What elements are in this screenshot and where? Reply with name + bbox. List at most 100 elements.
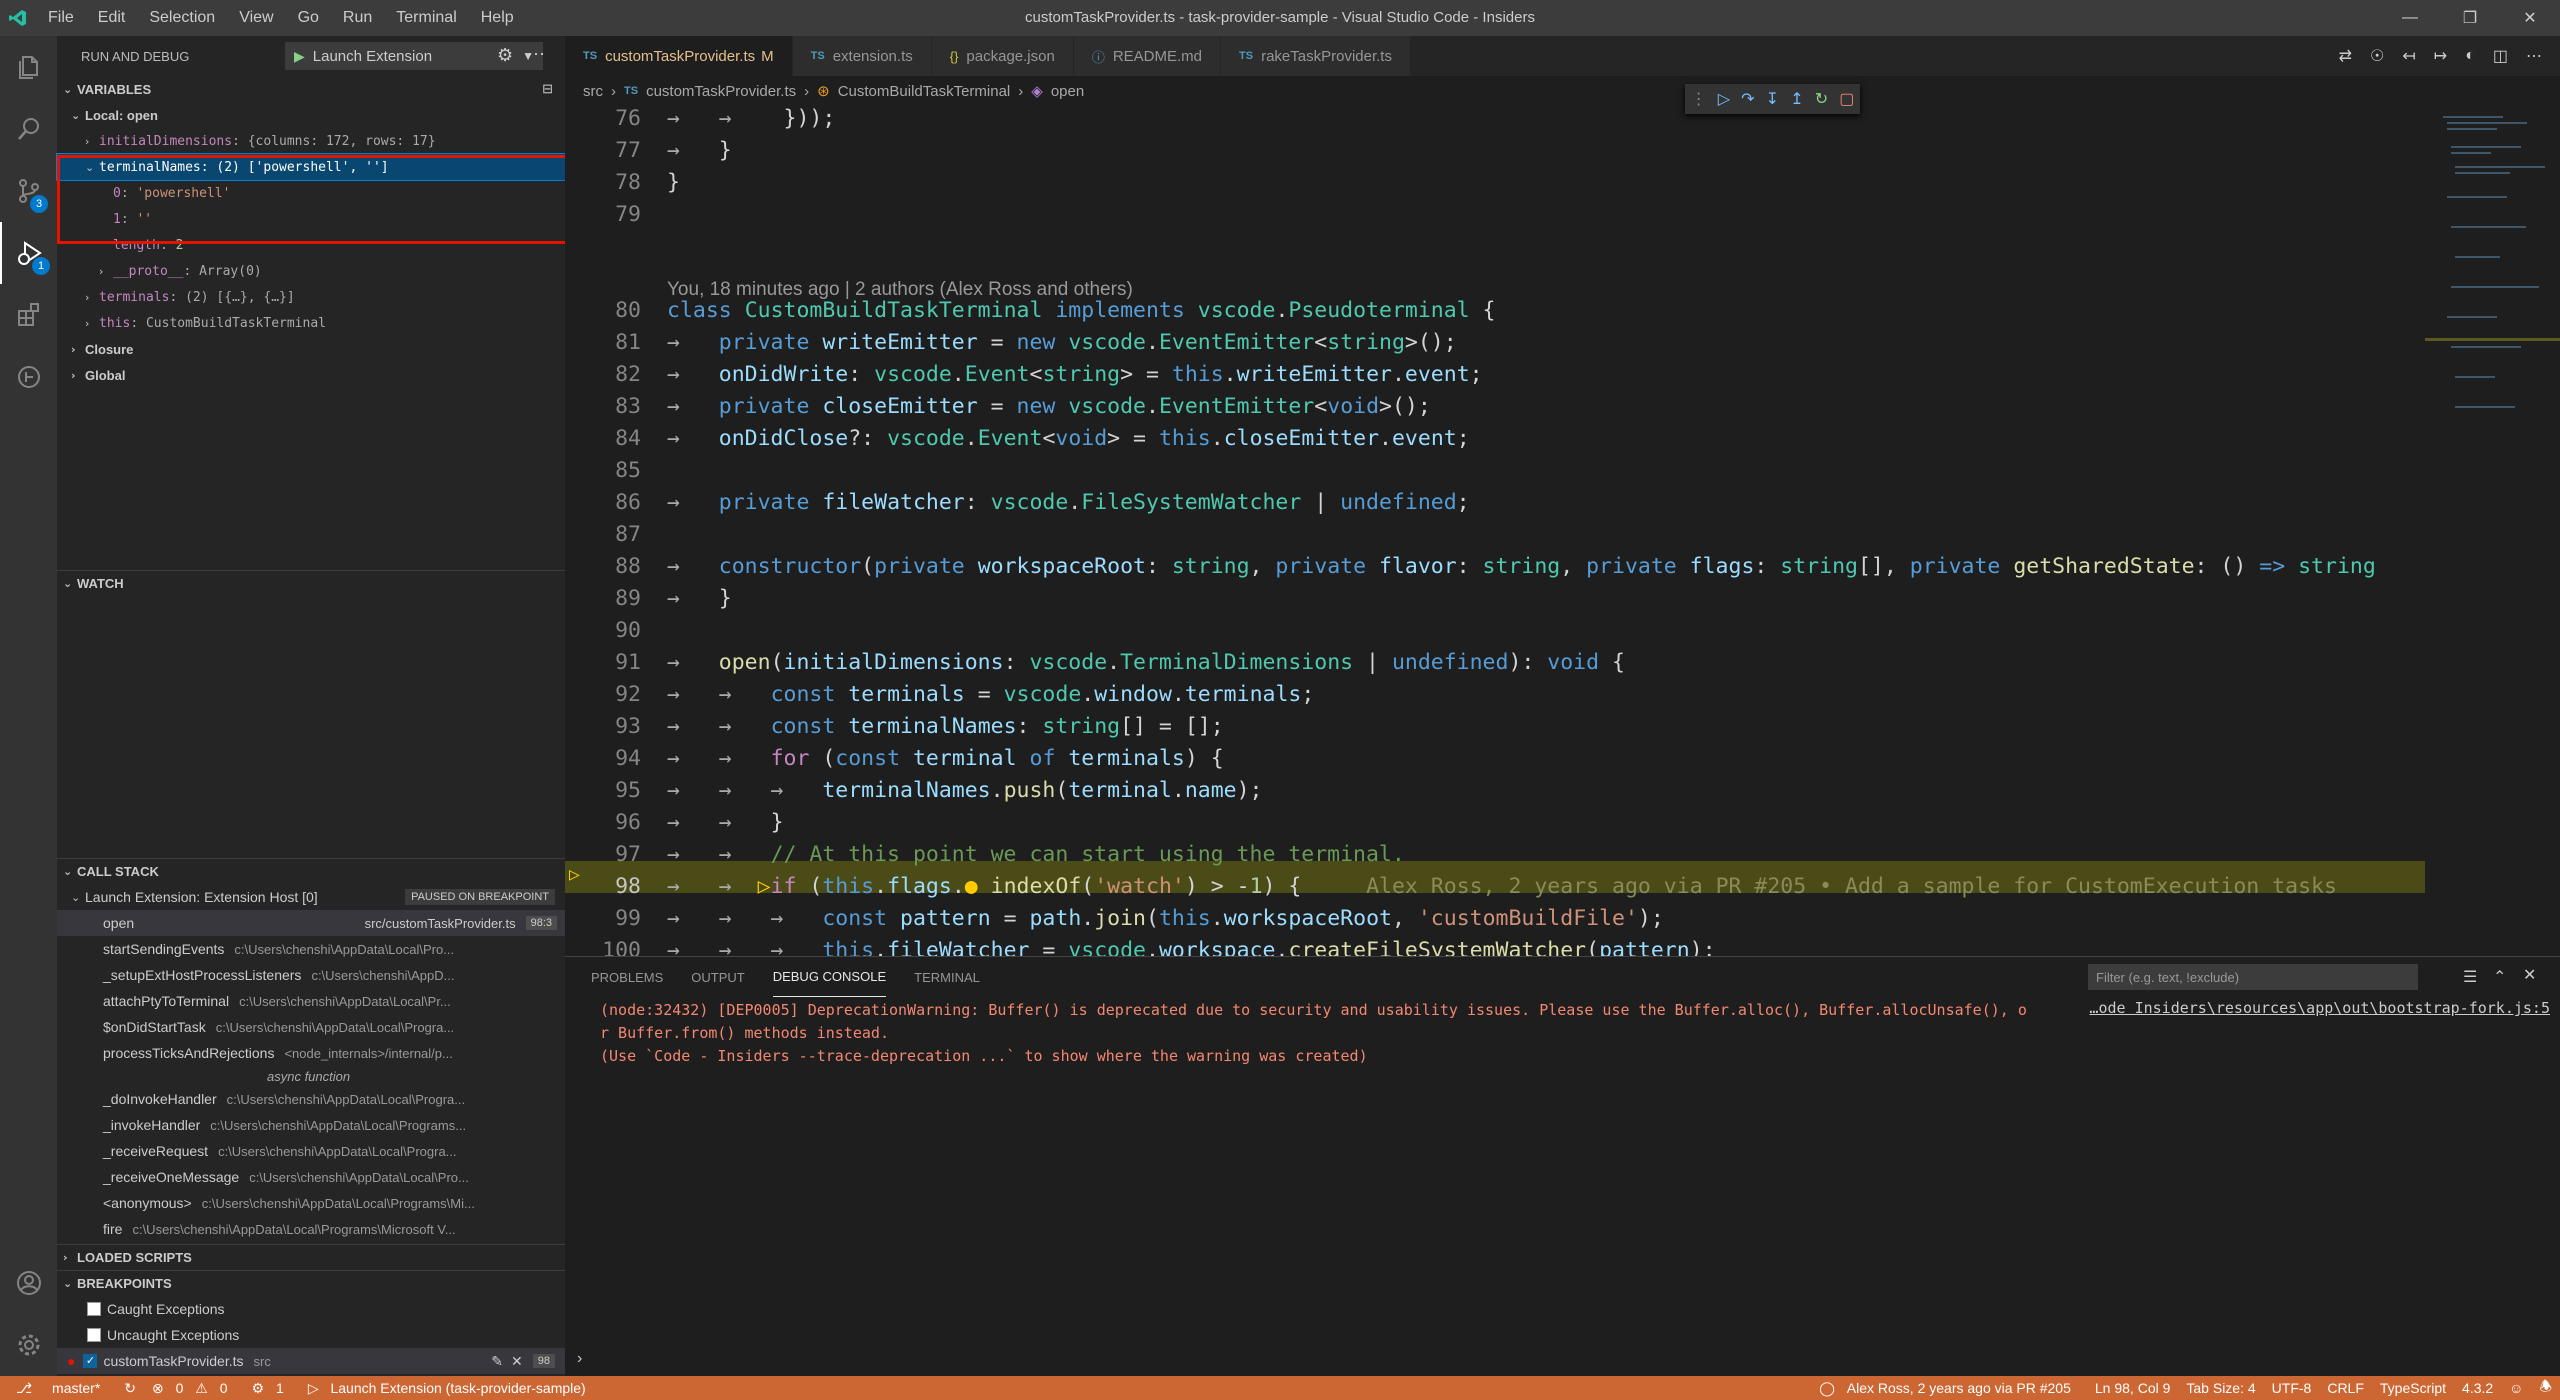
search-icon[interactable] xyxy=(0,98,57,160)
variable-row[interactable]: › terminals: (2) [{…}, {…}] xyxy=(57,284,565,310)
tab-size[interactable]: Tab Size: 4 xyxy=(2186,1380,2255,1396)
encoding[interactable]: UTF-8 xyxy=(2272,1380,2312,1396)
clear-console-icon[interactable]: ☰ xyxy=(2463,967,2477,987)
breakpoints-section-header[interactable]: ⌄ BREAKPOINTS xyxy=(57,1270,565,1296)
tab-output[interactable]: OUTPUT xyxy=(691,957,744,997)
breadcrumb-item[interactable]: open xyxy=(1051,83,1084,100)
stack-frame[interactable]: _receiveOneMessage c:\Users\chenshi\AppDa… xyxy=(57,1164,565,1190)
variable-row[interactable]: 1: '' xyxy=(57,206,565,232)
source-link[interactable]: …ode Insiders\resources\app\out\bootstra… xyxy=(2089,999,2550,1017)
more-actions-icon[interactable]: ⋯ xyxy=(2526,46,2542,66)
scope-global[interactable]: › Global xyxy=(57,362,565,388)
launch-status[interactable]: ▷ Launch Extension (task-provider-sample… xyxy=(308,1380,594,1397)
loaded-scripts-section-header[interactable]: › LOADED SCRIPTS xyxy=(57,1244,565,1270)
branch-status[interactable]: ⎇ master* xyxy=(8,1380,108,1397)
more-actions-icon[interactable]: ⋯ xyxy=(527,44,545,65)
language-mode[interactable]: TypeScript xyxy=(2380,1380,2446,1396)
tab-debug-console[interactable]: DEBUG CONSOLE xyxy=(772,957,887,997)
menu-file[interactable]: File xyxy=(36,0,86,36)
step-over-icon[interactable]: ↷ xyxy=(1741,89,1754,109)
tab-customTaskProvider[interactable]: TS customTaskProvider.ts M xyxy=(565,36,793,76)
checkbox-checked[interactable]: ✓ xyxy=(83,1354,98,1368)
line-ending[interactable]: CRLF xyxy=(2327,1380,2364,1396)
stack-frame[interactable]: _doInvokeHandler c:\Users\chenshi\AppData… xyxy=(57,1086,565,1112)
call-stack-section-header[interactable]: ⌄ CALL STACK xyxy=(57,858,565,884)
stack-frame[interactable]: _receiveRequest c:\Users\chenshi\AppData\… xyxy=(57,1138,565,1164)
sync-icon[interactable]: ↻ xyxy=(124,1380,136,1397)
stack-frame[interactable]: startSendingEvents c:\Users\chenshi\AppDa… xyxy=(57,936,565,962)
minimap[interactable] xyxy=(2425,106,2560,956)
breadcrumb-item[interactable]: CustomBuildTaskTerminal xyxy=(838,83,1011,100)
gear-icon[interactable]: ⚙ xyxy=(497,45,513,66)
tab-readme[interactable]: ⓘ README.md xyxy=(1073,36,1222,76)
next-change-icon[interactable]: ↦ xyxy=(2434,46,2447,66)
breakpoint-uncaught-exceptions[interactable]: Uncaught Exceptions xyxy=(57,1322,565,1348)
close-panel-icon[interactable]: ✕ xyxy=(2523,965,2536,985)
step-out-icon[interactable]: ↥ xyxy=(1790,89,1803,109)
variable-row[interactable]: › initialDimensions: {columns: 172, rows… xyxy=(57,128,565,154)
variable-row[interactable]: 0: 'powershell' xyxy=(57,180,565,206)
minimize-icon[interactable]: — xyxy=(2380,0,2440,36)
stack-frame[interactable]: $onDidStartTask c:\Users\chenshi\AppData\… xyxy=(57,1014,565,1040)
variable-row[interactable]: › __proto__: Array(0) xyxy=(57,258,565,284)
feedback-icon[interactable]: ☺ xyxy=(2509,1380,2523,1396)
breakpoint-file[interactable]: ● ✓ customTaskProvider.ts src ✎ ✕ 98 xyxy=(57,1348,565,1374)
watch-section-header[interactable]: ⌄ WATCH xyxy=(57,570,565,596)
close-icon[interactable]: ✕ xyxy=(2500,0,2560,36)
menu-help[interactable]: Help xyxy=(469,0,526,36)
variables-section-header[interactable]: ⌄ VARIABLES ⊟ xyxy=(57,76,565,102)
source-control-icon[interactable]: 3 xyxy=(0,160,57,222)
checkbox[interactable] xyxy=(87,1302,101,1316)
problems-status[interactable]: ⊗ 0 ⚠ 0 xyxy=(152,1380,236,1397)
timeline-icon[interactable] xyxy=(0,346,57,408)
explorer-icon[interactable] xyxy=(0,36,57,98)
remove-breakpoint-icon[interactable]: ✕ xyxy=(511,1353,523,1370)
tab-rakeTaskProvider[interactable]: TS rakeTaskProvider.ts xyxy=(1221,36,1411,76)
menu-terminal[interactable]: Terminal xyxy=(384,0,468,36)
git-compare-icon[interactable]: ☉ xyxy=(2370,46,2384,66)
breakpoint-caught-exceptions[interactable]: Caught Exceptions xyxy=(57,1296,565,1322)
continue-icon[interactable]: ▷ xyxy=(1718,89,1730,109)
restart-icon[interactable]: ↻ xyxy=(1815,89,1828,109)
run-debug-icon[interactable]: 1 xyxy=(0,222,57,284)
scope-closure[interactable]: › Closure xyxy=(57,336,565,362)
stack-frame[interactable]: attachPtyToTerminal c:\Users\chenshi\AppD… xyxy=(57,988,565,1014)
code-editor[interactable]: ▷ 76 77 78 79 80 81 82 83 84 85 86 87 88 89 90 91 92 93 94… xyxy=(565,106,2425,956)
maximize-panel-icon[interactable]: ⌃ xyxy=(2493,967,2506,987)
tab-problems[interactable]: PROBLEMS xyxy=(591,957,663,997)
tab-terminal[interactable]: TERMINAL xyxy=(914,957,980,997)
menu-selection[interactable]: Selection xyxy=(137,0,227,36)
tab-package-json[interactable]: {} package.json xyxy=(931,36,1074,76)
debug-sessions-status[interactable]: ⚙ 1 xyxy=(252,1380,292,1397)
console-prompt-icon[interactable]: › xyxy=(577,1350,582,1368)
account-icon[interactable] xyxy=(0,1252,57,1314)
settings-gear-icon[interactable] xyxy=(0,1314,57,1376)
step-into-icon[interactable]: ↧ xyxy=(1766,89,1779,109)
cursor-position[interactable]: Ln 98, Col 9 xyxy=(2095,1380,2171,1396)
blame-status[interactable]: ◯ Alex Ross, 2 years ago via PR #205 xyxy=(1819,1380,2079,1397)
ts-version[interactable]: 4.3.2 xyxy=(2462,1380,2493,1396)
variable-row[interactable]: length: 2 xyxy=(57,232,565,258)
stack-frame[interactable]: fire c:\Users\chenshi\AppData\Local\Progr… xyxy=(57,1216,565,1242)
breadcrumb-item[interactable]: customTaskProvider.ts xyxy=(646,83,796,100)
variable-row[interactable]: › this: CustomBuildTaskTerminal xyxy=(57,310,565,336)
stack-frame[interactable]: _setupExtHostProcessListeners c:\Users\ch… xyxy=(57,962,565,988)
menu-view[interactable]: View xyxy=(227,0,285,36)
debug-session[interactable]: ⌄ Launch Extension: Extension Host [0] P… xyxy=(57,884,565,910)
checkbox[interactable] xyxy=(87,1328,101,1342)
split-editor-icon[interactable]: ◫ xyxy=(2493,46,2508,66)
menu-run[interactable]: Run xyxy=(331,0,384,36)
stack-frame-current[interactable]: open src/customTaskProvider.ts 98:3 xyxy=(57,910,565,936)
toggle-blame-icon[interactable]: ◐ xyxy=(2465,47,2475,65)
stack-frame[interactable]: <anonymous> c:\Users\chenshi\AppData\Loca… xyxy=(57,1190,565,1216)
collapse-all-icon[interactable]: ⊟ xyxy=(542,81,553,97)
open-changes-icon[interactable]: ⇄ xyxy=(2339,46,2352,66)
variable-row-selected[interactable]: ⌄ terminalNames: (2) ['powershell', ''] xyxy=(56,153,566,181)
notifications-icon[interactable]: 🕭 xyxy=(2539,1376,2552,1400)
restore-icon[interactable]: ❐ xyxy=(2440,0,2500,36)
debug-console-filter-input[interactable]: Filter (e.g. text, !exclude) xyxy=(2088,964,2418,990)
breadcrumb-item[interactable]: src xyxy=(583,83,603,100)
start-debug-icon[interactable]: ▶ xyxy=(294,48,305,65)
edit-breakpoint-icon[interactable]: ✎ xyxy=(491,1353,503,1370)
drag-handle-icon[interactable]: ⋮ xyxy=(1691,89,1707,109)
